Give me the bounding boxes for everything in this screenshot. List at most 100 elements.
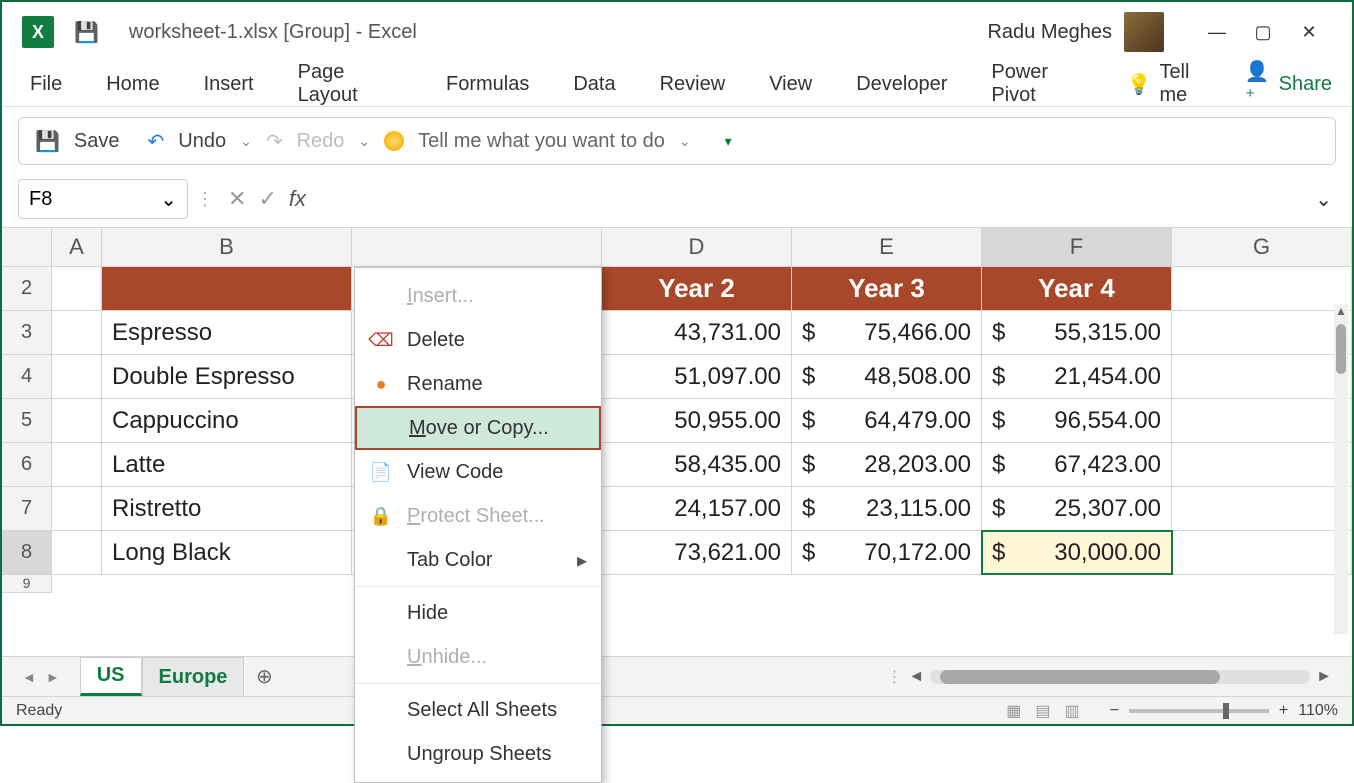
cell-value[interactable]: $25,307.00: [982, 487, 1172, 530]
cell[interactable]: [52, 267, 102, 310]
avatar[interactable]: [1124, 12, 1164, 52]
row-header-7[interactable]: 7: [2, 487, 52, 530]
sheet-tab-europe[interactable]: Europe: [142, 657, 245, 696]
col-header-E[interactable]: E: [792, 228, 982, 266]
scroll-thumb[interactable]: [1336, 324, 1346, 374]
zoom-thumb[interactable]: [1223, 703, 1229, 719]
add-sheet-button[interactable]: ⊕: [244, 664, 284, 689]
row-header-4[interactable]: 4: [2, 355, 52, 398]
cell[interactable]: [1172, 267, 1352, 310]
tab-data[interactable]: Data: [565, 67, 623, 102]
zoom-in-icon[interactable]: +: [1279, 702, 1288, 720]
fx-icon[interactable]: fx: [289, 186, 306, 212]
cell[interactable]: [1172, 443, 1352, 486]
col-header-G[interactable]: G: [1172, 228, 1352, 266]
hscroll-thumb[interactable]: [940, 670, 1220, 684]
cell-value[interactable]: $64,479.00: [792, 399, 982, 442]
undo-button[interactable]: Undo: [178, 130, 226, 153]
cell-product[interactable]: Latte: [102, 443, 352, 486]
view-page-layout-icon[interactable]: ▤: [1035, 701, 1050, 721]
header-cell-product[interactable]: [102, 267, 352, 310]
cell-value[interactable]: $48,508.00: [792, 355, 982, 398]
cell-product[interactable]: Double Espresso: [102, 355, 352, 398]
hscroll-left-icon[interactable]: ◄: [908, 668, 924, 686]
hscroll-right-icon[interactable]: ►: [1316, 668, 1332, 686]
col-header-D[interactable]: D: [602, 228, 792, 266]
share-button[interactable]: 👤⁺ Share: [1245, 59, 1332, 109]
cell[interactable]: [52, 487, 102, 530]
row-header-6[interactable]: 6: [2, 443, 52, 486]
zoom-level[interactable]: 110%: [1298, 702, 1338, 720]
col-header-B[interactable]: B: [102, 228, 352, 266]
menu-move-or-copy[interactable]: Move or Copy...: [355, 406, 601, 450]
tab-formulas[interactable]: Formulas: [438, 67, 537, 102]
col-header-F[interactable]: F: [982, 228, 1172, 266]
row-header-9[interactable]: 9: [2, 575, 52, 593]
cell[interactable]: [52, 399, 102, 442]
cell[interactable]: [52, 311, 102, 354]
cell-value[interactable]: 51,097.00: [602, 355, 792, 398]
header-cell-year4[interactable]: Year 4: [982, 267, 1172, 310]
formula-expand[interactable]: ⌄: [1315, 187, 1332, 212]
header-cell-year2[interactable]: Year 2: [602, 267, 792, 310]
scroll-up-icon[interactable]: ▲: [1334, 304, 1348, 322]
header-cell-year3[interactable]: Year 3: [792, 267, 982, 310]
cell-value[interactable]: 24,157.00: [602, 487, 792, 530]
menu-view-code[interactable]: 📄View Code: [355, 450, 601, 494]
tab-view[interactable]: View: [761, 67, 820, 102]
view-page-break-icon[interactable]: ▥: [1064, 701, 1079, 721]
tab-power-pivot[interactable]: Power Pivot: [983, 55, 1098, 113]
cell-value[interactable]: 50,955.00: [602, 399, 792, 442]
cell-value[interactable]: $70,172.00: [792, 531, 982, 574]
row-header-2[interactable]: 2: [2, 267, 52, 310]
cell-product[interactable]: Cappuccino: [102, 399, 352, 442]
cell[interactable]: [52, 531, 102, 574]
formula-input[interactable]: [320, 179, 1307, 219]
cell[interactable]: [1172, 487, 1352, 530]
cell-value[interactable]: $55,315.00: [982, 311, 1172, 354]
divider-dots[interactable]: ⋮: [886, 667, 902, 687]
tab-home[interactable]: Home: [98, 67, 167, 102]
menu-hide[interactable]: Hide: [355, 591, 601, 635]
cell[interactable]: [1172, 531, 1352, 574]
zoom-out-icon[interactable]: −: [1110, 702, 1119, 720]
cell-product[interactable]: Long Black: [102, 531, 352, 574]
col-header-A[interactable]: A: [52, 228, 102, 266]
cell[interactable]: [1172, 311, 1352, 354]
close-button[interactable]: ✕: [1286, 12, 1332, 52]
nav-next-icon[interactable]: ►: [46, 669, 60, 685]
cell-value[interactable]: $75,466.00: [792, 311, 982, 354]
save-button[interactable]: Save: [74, 130, 120, 153]
view-normal-icon[interactable]: ▦: [1006, 701, 1021, 721]
chevron-down-icon[interactable]: ⌄: [160, 187, 177, 212]
horizontal-scrollbar[interactable]: [930, 670, 1310, 684]
menu-delete[interactable]: ⌫Delete: [355, 318, 601, 362]
menu-tab-color[interactable]: Tab Color▸: [355, 538, 601, 582]
row-header-5[interactable]: 5: [2, 399, 52, 442]
cell[interactable]: [52, 443, 102, 486]
divider-dots[interactable]: ⋮: [196, 189, 214, 210]
cancel-icon[interactable]: ✕: [228, 186, 246, 212]
menu-select-all-sheets[interactable]: Select All Sheets: [355, 688, 601, 732]
vertical-scrollbar[interactable]: ▲: [1334, 304, 1348, 634]
user-name[interactable]: Radu Meghes: [987, 21, 1112, 44]
cell-value[interactable]: $96,554.00: [982, 399, 1172, 442]
cell[interactable]: [1172, 399, 1352, 442]
enter-icon[interactable]: ✓: [258, 186, 276, 212]
menu-rename[interactable]: ●Rename: [355, 362, 601, 406]
cell-value[interactable]: $28,203.00: [792, 443, 982, 486]
undo-dropdown[interactable]: ⌄: [240, 133, 252, 150]
name-box[interactable]: F8 ⌄: [18, 179, 188, 219]
tellme-ribbon[interactable]: 💡 Tell me: [1127, 61, 1215, 107]
tab-page-layout[interactable]: Page Layout: [290, 55, 410, 113]
cell[interactable]: [1172, 355, 1352, 398]
cell-value[interactable]: 73,621.00: [602, 531, 792, 574]
cell[interactable]: [52, 355, 102, 398]
cell-selected-F8[interactable]: $30,000.00: [982, 531, 1172, 574]
undo-icon[interactable]: ↶: [148, 129, 165, 154]
tab-developer[interactable]: Developer: [848, 67, 955, 102]
cell-value[interactable]: 58,435.00: [602, 443, 792, 486]
cell-value[interactable]: $67,423.00: [982, 443, 1172, 486]
tellme-dropdown[interactable]: ⌄: [679, 133, 691, 150]
select-all-triangle[interactable]: [2, 228, 52, 266]
